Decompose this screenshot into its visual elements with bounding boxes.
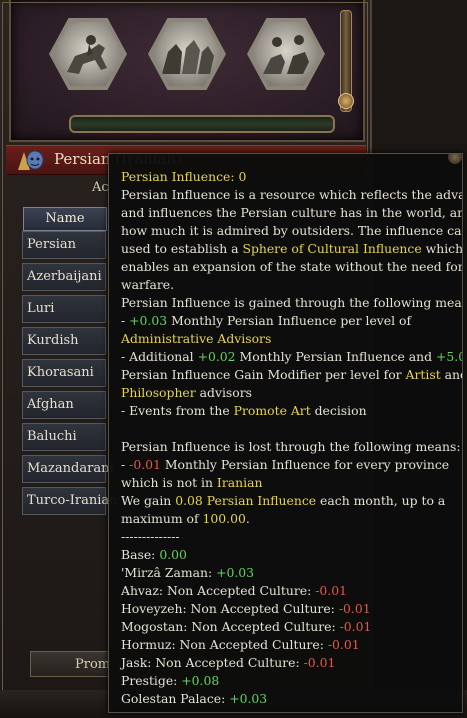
- description-line: and influences the Persian culture has i…: [121, 205, 463, 220]
- description-line: how much it is admired by outsiders. The…: [121, 223, 463, 238]
- gain-intro: Persian Influence is gained through the …: [121, 295, 463, 310]
- description-line: used to establish a Sphere of Cultural I…: [121, 241, 463, 256]
- loss-line: which is not in Iranian: [121, 475, 263, 490]
- culture-row[interactable]: Turco-Iranian: [22, 487, 118, 515]
- gain-line: - Additional +0.02 Monthly Persian Influ…: [121, 349, 462, 364]
- unit-option-3[interactable]: [247, 18, 325, 90]
- gain-line: Persian Influence Gain Modifier per leve…: [121, 367, 462, 382]
- horseman-icon: [67, 35, 107, 74]
- unit-option-2[interactable]: [148, 18, 226, 90]
- breakdown-line: Hoveyzeh: Non Accepted Culture: -0.01: [121, 601, 371, 616]
- name-column-header[interactable]: Name: [23, 207, 107, 231]
- tooltip-corner-ornament: [448, 154, 462, 164]
- breakdown-line: Base: 0.00: [121, 547, 187, 562]
- culture-row[interactable]: Kurdish: [22, 327, 106, 355]
- monthly-summary: We gain 0.08 Persian Influence each mont…: [121, 493, 446, 508]
- sphere-link: Sphere of Cultural Influence: [242, 241, 422, 256]
- breakdown-line: Ahvaz: Non Accepted Culture: -0.01: [121, 583, 347, 598]
- breakdown-list: Base: 0.00 'Mirzâ Zaman: +0.03 Ahvaz: Non …: [121, 546, 462, 708]
- accept-label: Ac: [92, 180, 109, 195]
- breakdown-line: Mogostan: Non Accepted Culture: -0.01: [121, 619, 372, 634]
- culture-row[interactable]: Mazandarani: [22, 455, 114, 483]
- unit-slider[interactable]: [69, 115, 335, 133]
- persian-influence-tooltip: Persian Influence: 0 Persian Influence i…: [108, 153, 463, 713]
- gain-line: Administrative Advisors: [121, 331, 272, 346]
- culture-row[interactable]: Baluchi: [22, 423, 106, 451]
- culture-row[interactable]: Afghan: [22, 391, 106, 419]
- loss-intro: Persian Influence is lost through the fo…: [121, 439, 461, 454]
- breakdown-line: Jask: Non Accepted Culture: -0.01: [121, 655, 336, 670]
- unit-selector: [9, 0, 365, 142]
- culture-row[interactable]: Azerbaijani: [22, 263, 106, 291]
- culture-row[interactable]: Khorasani: [22, 359, 106, 387]
- culture-row[interactable]: Luri: [22, 295, 106, 323]
- breakdown-line: Prestige: +0.08: [121, 673, 220, 688]
- description-line: warfare.: [121, 277, 175, 292]
- horses-icon: [162, 40, 214, 74]
- breakdown-line: Hormuz: Non Accepted Culture: -0.01: [121, 637, 360, 652]
- breakdown-line: 'Mirzâ Zaman: +0.03: [121, 565, 255, 580]
- description-line: enables an expansion of the state withou…: [121, 259, 463, 274]
- tooltip-heading: Persian Influence: 0: [121, 169, 247, 184]
- scroll-knob[interactable]: [338, 93, 354, 109]
- gain-line: Philosopher advisors: [121, 385, 253, 400]
- maximum-summary: maximum of 100.00.: [121, 511, 250, 526]
- culture-row[interactable]: Persian: [22, 231, 106, 259]
- culture-list: Persian Azerbaijani Luri Kurdish Khorasa…: [22, 231, 118, 519]
- unit-scrollbar[interactable]: [338, 10, 354, 112]
- gain-line: - Events from the Promote Art decision: [121, 403, 367, 418]
- description-line: Persian Influence is a resource which re…: [121, 187, 463, 202]
- cavalry-icon: [263, 35, 309, 74]
- separator: --------------: [121, 529, 180, 544]
- unit-option-1[interactable]: [49, 18, 127, 90]
- breakdown-line: Golestan Palace: +0.03: [121, 691, 268, 706]
- culture-masks-icon: [18, 150, 44, 170]
- promote-button[interactable]: Prom: [30, 651, 110, 677]
- loss-line: - -0.01 Monthly Persian Influence for ev…: [121, 457, 450, 472]
- gain-line: - +0.03 Monthly Persian Influence per le…: [121, 313, 412, 328]
